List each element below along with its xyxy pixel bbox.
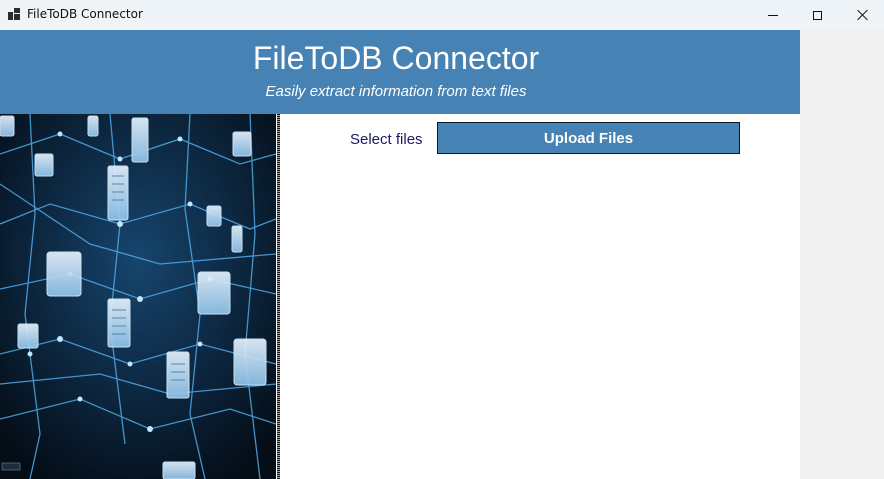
- close-button[interactable]: [840, 0, 884, 30]
- minimize-icon: [768, 14, 778, 16]
- header-banner: FileToDB Connector Easily extract inform…: [0, 30, 800, 114]
- upload-files-button[interactable]: Upload Files: [437, 122, 740, 154]
- window-title: FileToDB Connector: [27, 7, 143, 21]
- maximize-icon: [812, 10, 822, 20]
- minimize-button[interactable]: [750, 0, 796, 30]
- page-subtitle: Easily extract information from text fil…: [265, 83, 527, 100]
- maximize-button[interactable]: [794, 0, 840, 30]
- app-icon: [8, 8, 20, 20]
- window-gutter: [800, 30, 884, 479]
- title-bar[interactable]: FileToDB Connector: [0, 0, 884, 30]
- network-files-illustration: [0, 114, 276, 479]
- network-files-image: [0, 114, 276, 479]
- page-title: FileToDB Connector: [252, 40, 540, 76]
- close-icon: [857, 9, 869, 21]
- client-area: FileToDB Connector Easily extract inform…: [0, 30, 800, 479]
- select-files-label: Select files: [350, 131, 423, 148]
- panel-divider[interactable]: [277, 114, 280, 479]
